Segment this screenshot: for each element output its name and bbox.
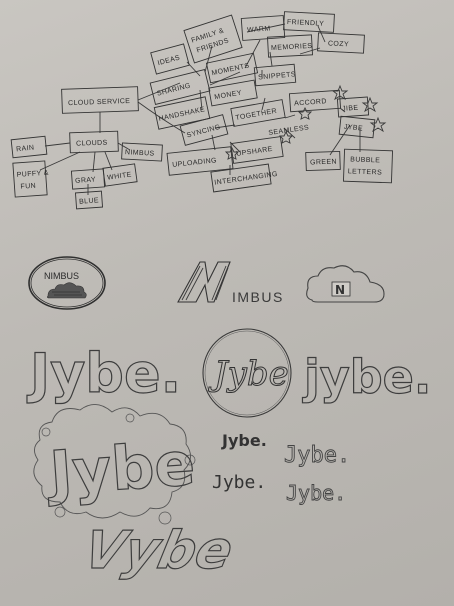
logo-nimbus-badge: NIMBUS [28,256,106,310]
logo-nimbus-wordmark: IMBUS [177,261,284,305]
node-accord: ACCORD [294,98,327,107]
logo-jybe-small-variants: Jybe. Jybe. Jybe. Jybe. [212,431,351,505]
node-money: MONEY [214,90,242,102]
logo-jybe-bubble: jybe. [301,349,432,404]
jybe-italic-text: Vybe [79,521,238,581]
node-jybe: JYBE [344,124,364,133]
sketch-canvas: CLOUD SERVICE IDEAS FAMILY & FRIENDS WAR… [10,11,432,582]
node-upshare: UPSHARE [236,146,273,158]
nimbus-word-text: IMBUS [232,289,284,305]
node-clouds: CLOUDS [76,140,108,148]
cloud-n-text: N [335,283,345,297]
node-seamless: SEAMLESS [268,124,310,137]
logo-jybe-circle: Jybe [202,328,292,418]
jybe-script-text: Jybe [208,354,289,394]
star-icon [361,96,379,113]
node-rain: RAIN [16,144,35,153]
node-cloud-service: CLOUD SERVICE [68,98,130,107]
logo-jybe-outline: Jybe. [25,341,181,405]
node-gray: GRAY [75,176,96,184]
node-green: GREEN [310,159,337,167]
jybe-graffiti-text: Jybe [44,429,198,509]
node-uploading: UPLOADING [172,157,217,169]
jybe-small-2-text: Jybe. [212,472,266,493]
logo-jybe-italic: Vybe [78,520,239,582]
node-blue: BLUE [79,197,99,205]
cloud-icon [47,282,87,299]
jybe-pixel-1-text: Jybe. [284,443,350,468]
node-bubble-letters: LETTERS [348,168,383,176]
node-puffy-fun: PUFFY & [16,170,49,179]
node-bubble-letters: BUBBLE [350,156,380,164]
mindmap-labels: CLOUD SERVICE IDEAS FAMILY & FRIENDS WAR… [16,19,382,206]
node-white: WHITE [107,171,132,181]
logo-cloud-n: N [306,265,385,303]
node-warm: WARM [247,25,271,34]
jybe-small-1-text: Jybe. [221,431,267,450]
stylized-n-icon [177,261,231,303]
node-nimbus: NIMBUS [125,149,155,158]
node-cozy: COZY [328,40,349,48]
node-friendly: FRIENDLY [287,19,325,28]
node-snippets: SNIPPETS [258,71,296,81]
node-sharing: SHARING [156,82,191,97]
node-puffy-fun: FUN [20,183,36,191]
node-moments: MOMENTS [211,62,250,77]
node-memories: MEMORIES [271,43,313,52]
logo-jybe-graffiti: Jybe [33,404,198,525]
sketch-paper: CLOUD SERVICE IDEAS FAMILY & FRIENDS WAR… [0,0,454,606]
jybe-bubble-text: jybe. [302,350,431,404]
star-icon [297,106,313,120]
node-ideas: IDEAS [157,54,181,67]
jybe-pixel-2-text: Jybe. [286,481,346,505]
node-jibe: JIBE [342,105,359,113]
nimbus-badge-text: NIMBUS [44,271,79,281]
jybe-outline-text: Jybe. [26,342,181,405]
